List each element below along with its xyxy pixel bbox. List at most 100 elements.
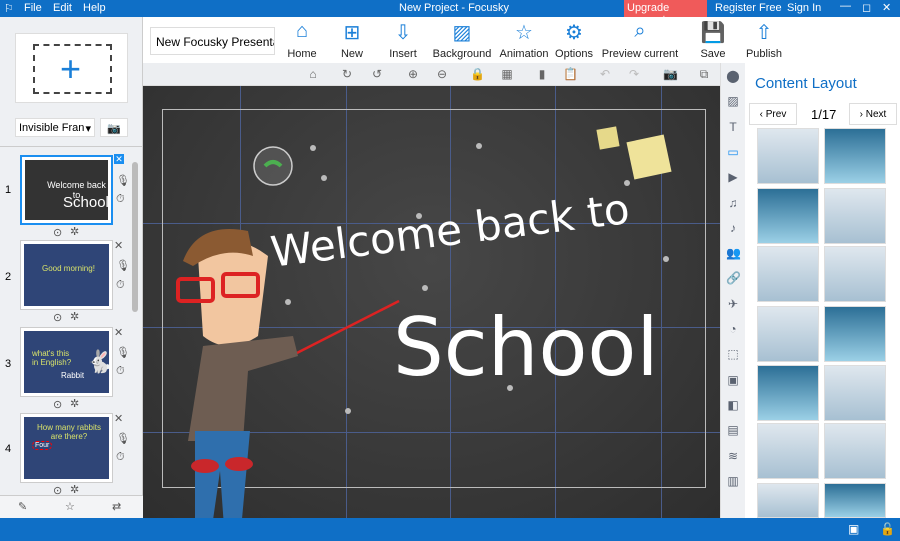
text-icon[interactable]: T	[726, 120, 740, 134]
delete-slide-icon[interactable]: ✕	[114, 239, 123, 252]
close-icon[interactable]: ✕	[882, 1, 891, 14]
screenshot-icon[interactable]: 📷	[663, 67, 678, 81]
photo-icon[interactable]: ▣	[726, 373, 740, 387]
slide-scrollbar[interactable]	[131, 150, 139, 490]
slide-number: 4	[5, 443, 12, 455]
zoom-out-icon[interactable]: ⊖	[435, 67, 449, 81]
favorite-slide-icon[interactable]: ☆	[65, 500, 75, 513]
menu-file[interactable]: File	[24, 2, 42, 14]
register-button[interactable]: Register Free	[715, 2, 782, 14]
people-icon[interactable]: 👥	[726, 246, 741, 260]
slide-thumb-3[interactable]: what's this in English? Rabbit 🐇	[20, 327, 113, 397]
microphone-icon[interactable]: 🎙	[116, 346, 130, 359]
preview-current-button[interactable]: ⌕ Preview current	[600, 20, 680, 60]
frame-type-dropdown[interactable]: Invisible Fran ▾	[15, 118, 95, 137]
undo-icon[interactable]: ↶	[598, 67, 612, 81]
layout-template-thumb[interactable]	[757, 483, 819, 518]
menu-help[interactable]: Help	[83, 2, 106, 14]
home-view-icon[interactable]: ⌂	[306, 67, 320, 81]
layout-template-thumb[interactable]	[824, 483, 886, 518]
layers-icon[interactable]: ≋	[726, 449, 740, 463]
content-layout-panel: Content Layout ‹ Prev 1/17 › Next	[745, 63, 900, 518]
flag-icon[interactable]: ⬚	[726, 347, 740, 361]
gear-icon[interactable]: ✲	[70, 225, 79, 238]
slide-thumb-2[interactable]: Good morning!	[20, 240, 113, 310]
rotate-left-icon[interactable]: ↺	[370, 67, 384, 81]
layout-icon[interactable]: ▭	[726, 145, 740, 159]
layout-template-thumb[interactable]	[757, 246, 819, 302]
layout-template-thumb[interactable]	[824, 246, 886, 302]
layout-template-thumb[interactable]	[824, 306, 886, 362]
chart-icon[interactable]: ♪	[726, 221, 740, 235]
layout-template-thumb[interactable]	[824, 128, 886, 184]
layout-template-thumb[interactable]	[757, 365, 819, 421]
title-bar: ⚐ File Edit Help New Project - Focusky U…	[0, 0, 900, 26]
microphone-icon[interactable]: 🎙	[116, 432, 130, 445]
layout-template-thumb[interactable]	[757, 306, 819, 362]
app-icon: ⚐	[4, 3, 14, 15]
paste-icon[interactable]: 📋	[563, 67, 578, 81]
add-frame-button[interactable]: +	[15, 33, 128, 103]
layout-template-thumb[interactable]	[824, 365, 886, 421]
project-name-field[interactable]: New Focusky Presenta	[150, 27, 275, 55]
zoom-in-icon[interactable]: ⊕	[406, 67, 420, 81]
copy-icon[interactable]: ◧	[726, 398, 740, 412]
timer-icon[interactable]: ⏱	[116, 193, 125, 206]
music-icon[interactable]: ♫	[726, 196, 740, 210]
layout-template-thumb[interactable]	[757, 188, 819, 244]
unlock-icon[interactable]: 🔓	[880, 522, 895, 536]
publish-button[interactable]: ⇧ Publish	[724, 20, 804, 60]
compass-icon[interactable]: ◔	[726, 322, 740, 336]
edit-icon[interactable]: ✎	[18, 500, 27, 513]
shape-icon[interactable]: ⬤	[726, 69, 740, 83]
delete-slide-icon[interactable]: ✕	[114, 412, 123, 425]
play-icon[interactable]: ⊙	[53, 398, 62, 411]
title-line-2[interactable]: School	[393, 301, 659, 394]
layout-template-thumb[interactable]	[757, 128, 819, 184]
pointer-stick	[290, 299, 400, 358]
layout-template-thumb[interactable]	[824, 188, 886, 244]
delete-slide-icon[interactable]: ✕	[114, 326, 123, 339]
slide-canvas[interactable]: Welcome back to School	[143, 86, 720, 518]
next-button[interactable]: › Next	[849, 103, 897, 125]
camera-button[interactable]: 📷	[100, 118, 128, 137]
image-icon[interactable]: ▨	[726, 94, 740, 108]
publish-icon: ⇧	[755, 22, 773, 44]
layout-template-thumb[interactable]	[824, 423, 886, 479]
slide-thumb-1[interactable]: Welcome back to School	[20, 155, 113, 225]
timer-icon[interactable]: ⏱	[116, 279, 125, 292]
upgrade-account-button[interactable]: Upgrade account	[624, 0, 707, 26]
delete-slide-icon[interactable]: ✕	[114, 154, 124, 164]
timer-icon[interactable]: ⏱	[116, 451, 125, 464]
microphone-icon[interactable]: 🎙	[116, 174, 130, 187]
status-bar: ▣ 🔓	[0, 518, 900, 541]
gear-icon[interactable]: ✲	[70, 397, 79, 410]
video-icon[interactable]: ▶	[726, 170, 740, 184]
microphone-icon[interactable]: 🎙	[116, 259, 130, 272]
minimize-icon[interactable]: —	[840, 0, 851, 12]
play-icon[interactable]: ⊙	[53, 226, 62, 239]
copy-icon[interactable]: ▮	[535, 67, 549, 81]
slide-number: 3	[5, 358, 12, 370]
menu-edit[interactable]: Edit	[53, 2, 72, 14]
slide-thumb-4[interactable]: How many rabbits are there? Four	[20, 413, 113, 483]
layout-template-thumb[interactable]	[757, 423, 819, 479]
slide-number: 1	[5, 184, 12, 196]
gear-icon[interactable]: ✲	[70, 310, 79, 323]
rotate-right-icon[interactable]: ↻	[340, 67, 354, 81]
plane-icon[interactable]: ✈	[726, 297, 740, 311]
redo-icon[interactable]: ↷	[627, 67, 641, 81]
maximize-icon[interactable]: ◻	[862, 1, 871, 14]
inbox-icon[interactable]: ▥	[726, 474, 740, 488]
swap-icon[interactable]: ⇄	[112, 500, 121, 513]
layers-icon[interactable]: ⧉	[697, 67, 711, 81]
panel-icon[interactable]: ▤	[726, 423, 740, 437]
play-icon[interactable]: ⊙	[53, 311, 62, 324]
link-icon[interactable]: 🔗	[726, 271, 741, 285]
sign-in-button[interactable]: Sign In	[787, 2, 821, 14]
grid-icon[interactable]: ▦	[500, 67, 514, 81]
lock-icon[interactable]: 🔒	[470, 67, 485, 81]
timer-icon[interactable]: ⏱	[116, 365, 125, 378]
prev-button[interactable]: ‹ Prev	[749, 103, 797, 125]
display-icon[interactable]: ▣	[848, 522, 859, 536]
